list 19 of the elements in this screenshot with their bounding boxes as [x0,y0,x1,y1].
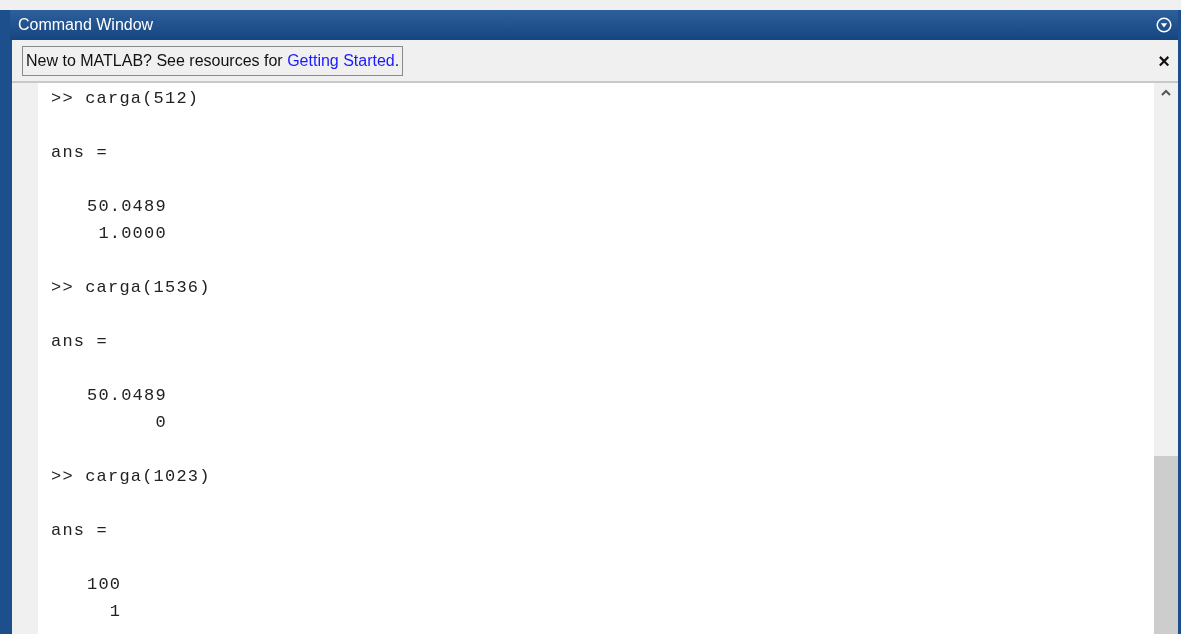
close-button[interactable]: × [1154,50,1174,71]
notice-message: New to MATLAB? See resources for Getting Started. [22,45,404,76]
command-line: >> carga(1536) [51,277,212,299]
window-title: Command Window [18,15,154,35]
output-label: ans = [51,331,109,353]
output-label: ans = [51,142,109,164]
output-value: 1.0000 [98,223,167,245]
output-value: 1 [109,601,122,623]
getting-started-link[interactable]: Getting Started [287,51,395,69]
output-value: 0 [155,412,167,434]
output-value: 50.0489 [87,196,167,218]
scrollbar-thumb[interactable] [1154,456,1178,634]
command-line: >> carga(512) [51,88,201,110]
scrollbar[interactable] [1154,83,1178,634]
output-value: 50.0489 [87,385,167,407]
command-line: >> carga(1023) [51,466,212,488]
output-label: ans = [51,520,109,542]
dropdown-menu-icon[interactable] [1156,17,1172,33]
output-value: 100 [87,574,122,596]
